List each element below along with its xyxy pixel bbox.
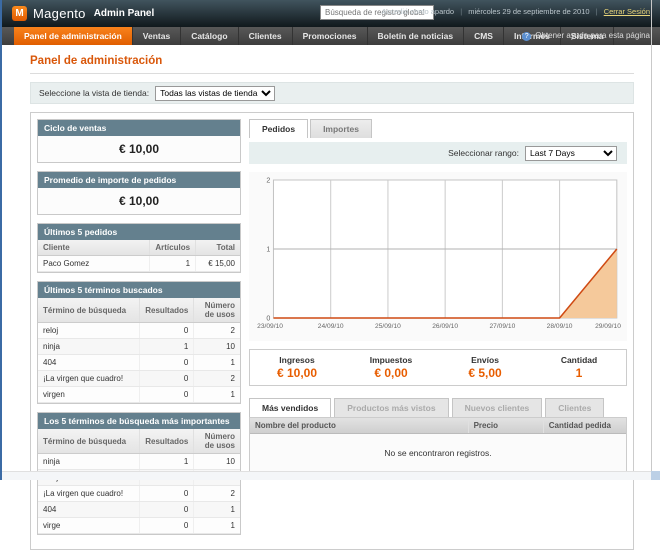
average-orders-title: Promedio de importe de pedidos bbox=[38, 172, 240, 188]
table-row[interactable]: ¡La virgen que cuadro! 0 2 bbox=[38, 371, 240, 387]
svg-text:24/09/10: 24/09/10 bbox=[318, 323, 344, 330]
orders-chart-area: 0 1 2 23/09/10 24/09/10 25/09/10 26/09/10 27/09… bbox=[249, 172, 627, 341]
col-header[interactable]: Cantidad pedida bbox=[543, 418, 626, 434]
tab-new-customers[interactable]: Nuevos clientes bbox=[452, 398, 543, 417]
tab-most-viewed[interactable]: Productos más vistos bbox=[334, 398, 448, 417]
col-header[interactable]: Cliente bbox=[38, 240, 149, 256]
main-nav: Panel de administración Ventas Catálogo … bbox=[2, 27, 660, 45]
nav-item-cms[interactable]: CMS bbox=[464, 27, 504, 45]
svg-text:27/09/10: 27/09/10 bbox=[489, 323, 515, 330]
col-header[interactable]: Término de búsqueda bbox=[38, 429, 140, 454]
last-orders-title: Últimos 5 pedidos bbox=[38, 224, 240, 240]
table-row[interactable]: 404 0 1 bbox=[38, 355, 240, 371]
store-view-label: Seleccione la vista de tienda: bbox=[39, 88, 149, 98]
nav-item-newsletter[interactable]: Boletín de noticias bbox=[368, 27, 465, 45]
svg-text:29/09/10: 29/09/10 bbox=[595, 323, 621, 330]
tab-orders[interactable]: Pedidos bbox=[249, 119, 308, 138]
table-row[interactable]: virgen 0 1 bbox=[38, 387, 240, 403]
svg-text:26/09/10: 26/09/10 bbox=[432, 323, 458, 330]
table-row[interactable]: ninja 1 10 bbox=[38, 339, 240, 355]
title-divider bbox=[30, 71, 634, 74]
page-title: Panel de administración bbox=[30, 55, 634, 67]
table-row[interactable]: ninja 1 10 bbox=[38, 454, 240, 470]
last-search-title: Últimos 5 términos buscados bbox=[38, 282, 240, 298]
svg-text:2: 2 bbox=[266, 178, 270, 185]
magento-logo-icon: M bbox=[12, 6, 27, 21]
col-header[interactable]: Artículos bbox=[149, 240, 195, 256]
table-row[interactable]: reloj 0 2 bbox=[38, 323, 240, 339]
nav-item-sales[interactable]: Ventas bbox=[133, 27, 181, 45]
logout-link[interactable]: Cerrar Sesión bbox=[604, 7, 650, 16]
col-header[interactable]: Resultados bbox=[140, 429, 194, 454]
store-view-bar: Seleccione la vista de tienda: Todas las… bbox=[30, 82, 634, 104]
stat-shipping: Envíos € 5,00 bbox=[438, 355, 532, 380]
last-search-table: Término de búsqueda Resultados Número de… bbox=[38, 298, 240, 403]
top-search-table: Término de búsqueda Resultados Número de… bbox=[38, 429, 240, 534]
col-header[interactable]: Término de búsqueda bbox=[38, 298, 140, 323]
orders-chart: 0 1 2 23/09/10 24/09/10 25/09/10 26/09/10 27/09… bbox=[251, 174, 625, 334]
col-header[interactable]: Precio bbox=[468, 418, 543, 434]
col-header[interactable]: Número de usos bbox=[194, 298, 240, 323]
store-view-select[interactable]: Todas las vistas de tienda bbox=[155, 86, 275, 101]
stat-tax: Impuestos € 0,00 bbox=[344, 355, 438, 380]
svg-text:1: 1 bbox=[266, 247, 270, 254]
col-header[interactable]: Número de usos bbox=[194, 429, 240, 454]
logged-in-as: Accedió como apardo bbox=[382, 7, 455, 16]
top-search-title: Los 5 términos de búsqueda más important… bbox=[38, 413, 240, 429]
chart-tabs: Pedidos Importes bbox=[249, 119, 627, 138]
header-bar: M Magento Admin Panel Accedió como apard… bbox=[2, 0, 660, 27]
dashboard-container: Ciclo de ventas € 10,00 Promedio de impo… bbox=[30, 112, 634, 550]
table-row[interactable]: virge 0 1 bbox=[38, 518, 240, 534]
average-orders-widget: Promedio de importe de pedidos € 10,00 bbox=[37, 171, 241, 215]
svg-text:28/09/10: 28/09/10 bbox=[547, 323, 573, 330]
help-label: Obtener ayuda para esta página bbox=[535, 27, 650, 45]
svg-text:25/09/10: 25/09/10 bbox=[375, 323, 401, 330]
range-label: Seleccionar rango: bbox=[448, 148, 519, 158]
magento-logo: M Magento Admin Panel bbox=[12, 6, 154, 21]
nav-item-catalog[interactable]: Catálogo bbox=[181, 27, 238, 45]
logo-title: Magento bbox=[33, 6, 86, 21]
lifetime-sales-title: Ciclo de ventas bbox=[38, 120, 240, 136]
bestsellers-table: Nombre del producto Precio Cantidad pedi… bbox=[250, 418, 626, 434]
logo-subtitle: Admin Panel bbox=[94, 8, 155, 19]
empty-records-message: No se encontraron registros. bbox=[250, 434, 626, 474]
nav-item-dashboard[interactable]: Panel de administración bbox=[14, 27, 133, 45]
header-session-info: Accedió como apardo | miércoles 29 de se… bbox=[382, 7, 650, 16]
nav-item-promotions[interactable]: Promociones bbox=[293, 27, 368, 45]
help-link[interactable]: ? Obtener ayuda para esta página bbox=[522, 27, 650, 45]
totals-bar: Ingresos € 10,00 Impuestos € 0,00 Envíos… bbox=[249, 349, 627, 386]
tab-amounts[interactable]: Importes bbox=[310, 119, 372, 138]
svg-text:0: 0 bbox=[266, 316, 270, 323]
col-header[interactable]: Resultados bbox=[140, 298, 194, 323]
nav-item-customers[interactable]: Clientes bbox=[239, 27, 293, 45]
window-bottom-strip bbox=[2, 471, 660, 480]
last-orders-table: Cliente Artículos Total Paco Gomez 1 € 1… bbox=[38, 240, 240, 272]
help-icon: ? bbox=[522, 32, 531, 41]
table-row[interactable]: 404 0 1 bbox=[38, 502, 240, 518]
last-orders-widget: Últimos 5 pedidos Cliente Artículos Tota… bbox=[37, 223, 241, 273]
svg-text:23/09/10: 23/09/10 bbox=[257, 323, 283, 330]
table-row[interactable]: ¡La virgen que cuadro! 0 2 bbox=[38, 486, 240, 502]
col-header[interactable]: Total bbox=[196, 240, 240, 256]
average-orders-value: € 10,00 bbox=[38, 188, 240, 214]
stat-revenue: Ingresos € 10,00 bbox=[250, 355, 344, 380]
tab-customers[interactable]: Clientes bbox=[545, 398, 604, 417]
stat-quantity: Cantidad 1 bbox=[532, 355, 626, 380]
table-row[interactable]: Paco Gomez 1 € 15,00 bbox=[38, 256, 240, 272]
scrollbar-corner bbox=[651, 471, 660, 480]
lifetime-sales-value: € 10,00 bbox=[38, 136, 240, 162]
last-search-terms-widget: Últimos 5 términos buscados Término de b… bbox=[37, 281, 241, 404]
tab-bestsellers[interactable]: Más vendidos bbox=[249, 398, 331, 417]
bestsellers-table-box: Nombre del producto Precio Cantidad pedi… bbox=[249, 417, 627, 475]
current-date: miércoles 29 de septiembre de 2010 bbox=[468, 7, 589, 16]
range-select[interactable]: Last 7 Days bbox=[525, 146, 617, 161]
lifetime-sales-widget: Ciclo de ventas € 10,00 bbox=[37, 119, 241, 163]
range-selector-bar: Seleccionar rango: Last 7 Days bbox=[249, 142, 627, 164]
product-tabs: Más vendidos Productos más vistos Nuevos… bbox=[249, 398, 627, 417]
col-header[interactable]: Nombre del producto bbox=[250, 418, 468, 434]
window-right-border bbox=[651, 0, 652, 480]
